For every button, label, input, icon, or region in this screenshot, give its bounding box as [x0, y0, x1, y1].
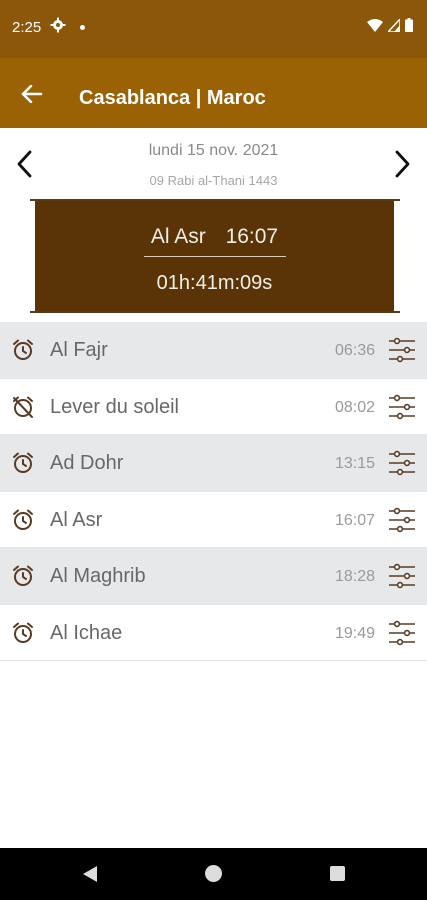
current-prayer-time: 16:07 — [225, 225, 279, 248]
prayer-name: Ad Dohr — [50, 452, 124, 474]
current-prayer-card: Al Asr 16:07 01h:41m:09s — [30, 199, 400, 313]
chevron-right-icon — [395, 150, 410, 178]
date-navigator: lundi 15 nov. 2021 09 Rabi al-Thani 1443 — [0, 128, 427, 200]
next-day-button[interactable] — [387, 144, 417, 184]
prayer-row-fajr[interactable]: Al Fajr 06:36 — [0, 322, 427, 379]
sliders-icon[interactable] — [388, 619, 416, 647]
prayer-row-ichae[interactable]: Al Ichae 19:49 — [0, 604, 427, 661]
system-nav-bar — [0, 848, 427, 900]
sliders-icon[interactable] — [388, 562, 416, 590]
app-bar: Casablanca | Maroc — [0, 58, 427, 128]
alarm-icon[interactable] — [11, 621, 35, 645]
prayer-row-sunrise[interactable]: Lever du soleil 08:02 — [0, 378, 427, 435]
current-prayer-box: Al Asr 16:07 01h:41m:09s — [35, 201, 394, 311]
battery-icon — [405, 18, 413, 32]
wifi-icon — [367, 18, 383, 32]
back-button[interactable] — [14, 81, 50, 107]
prayer-time: 16:07 — [334, 511, 375, 529]
prayer-row-asr[interactable]: Al Asr 16:07 — [0, 491, 427, 548]
gregorian-date: lundi 15 nov. 2021 — [148, 142, 279, 159]
notification-dot — [80, 25, 85, 30]
gear-icon — [50, 17, 66, 33]
countdown: 01h:41m:09s — [156, 272, 273, 294]
page-title: Casablanca | Maroc — [79, 87, 266, 109]
status-icons — [367, 18, 413, 32]
prayer-list: Al Fajr 06:36 Lever du soleil 08:02 Ad D… — [0, 322, 427, 661]
hijri-date: 09 Rabi al-Thani 1443 — [149, 173, 278, 188]
arrow-left-icon — [21, 85, 43, 103]
prayer-name: Al Fajr — [50, 339, 108, 361]
prayer-time: 19:49 — [334, 624, 375, 642]
sliders-icon[interactable] — [388, 336, 416, 364]
sliders-icon[interactable] — [388, 506, 416, 534]
prayer-name: Lever du soleil — [50, 395, 179, 418]
alarm-icon[interactable] — [11, 564, 35, 588]
alarm-off-icon[interactable] — [11, 395, 35, 419]
prayer-name: Al Maghrib — [50, 565, 146, 587]
current-prayer-label: Al Asr 16:07 — [35, 225, 394, 249]
sliders-icon[interactable] — [388, 449, 416, 477]
prayer-time: 08:02 — [334, 398, 375, 416]
prayer-time: 06:36 — [334, 342, 375, 359]
prayer-row-maghrib[interactable]: Al Maghrib 18:28 — [0, 548, 427, 605]
nav-home-icon[interactable] — [205, 865, 222, 882]
prayer-time: 18:28 — [334, 568, 375, 585]
status-bar: 2:25 — [0, 0, 427, 58]
card-border-bottom — [30, 311, 400, 313]
nav-recents-icon[interactable] — [330, 866, 345, 881]
prayer-row-dohr[interactable]: Ad Dohr 13:15 — [0, 435, 427, 492]
prayer-name: Al Ichae — [50, 621, 123, 644]
nav-back-icon[interactable] — [82, 865, 98, 883]
alarm-icon[interactable] — [11, 508, 35, 532]
alarm-icon[interactable] — [11, 338, 35, 362]
prayer-name: Al Asr — [50, 508, 103, 531]
current-divider — [144, 256, 286, 257]
signal-icon — [388, 18, 400, 32]
status-time: 2:25 — [12, 19, 42, 36]
prayer-time: 13:15 — [334, 455, 375, 472]
current-prayer-name: Al Asr — [150, 225, 206, 248]
alarm-icon[interactable] — [11, 451, 35, 475]
sliders-icon[interactable] — [388, 393, 416, 421]
